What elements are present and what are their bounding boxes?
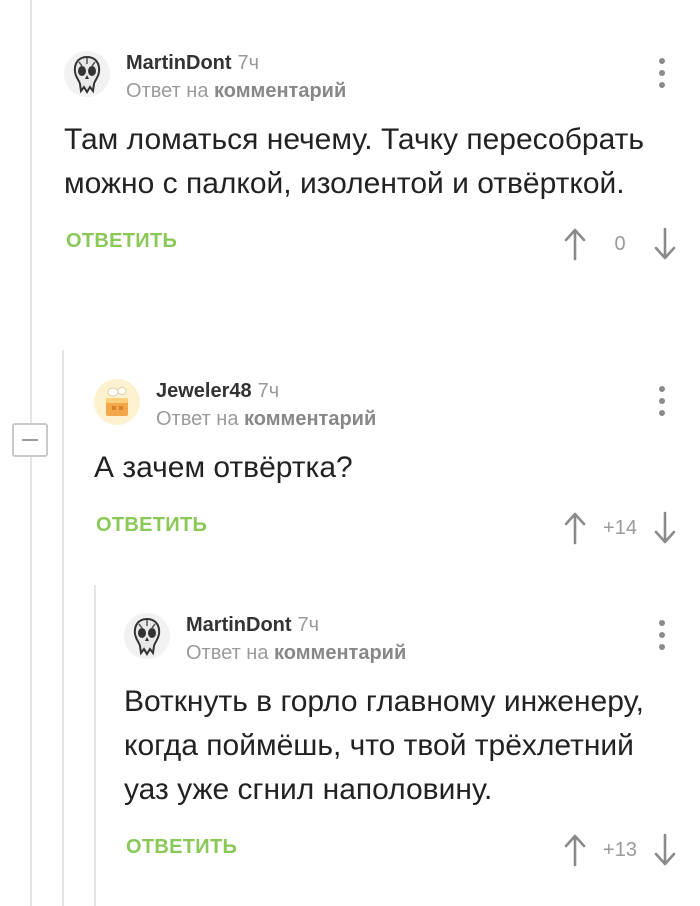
comment: MartinDont 7ч Ответ на комментарий Там ло… [64,46,700,264]
reply-to-link[interactable]: комментарий [214,80,346,102]
reply-button[interactable]: ОТВЕТИТЬ [96,514,207,537]
comment-text: Там ломаться нечему. Тачку пересобрать м… [64,123,644,200]
comment-text: Воткнуть в горло главному инженеру, когд… [124,685,644,806]
comment-actions: ОТВЕТИТЬ +13 [124,830,700,870]
collapse-thread-button[interactable] [12,423,48,457]
avatar[interactable] [64,51,110,97]
vote-score: +14 [603,516,637,539]
reply-to-prefix: Ответ на [186,642,269,664]
upvote-arrow-icon[interactable] [564,227,586,261]
reply-to-line: Ответ на комментарий [156,408,376,431]
comment-header: Jeweler48 7ч Ответ на комментарий [94,374,700,436]
thread-line-level-2[interactable] [94,585,96,906]
upvote-arrow-icon[interactable] [564,833,586,867]
reply-button[interactable]: ОТВЕТИТЬ [66,230,177,253]
comment-meta: MartinDont 7ч Ответ на комментарий [186,612,406,665]
downvote-arrow-icon[interactable] [654,227,676,261]
reply-to-link[interactable]: комментарий [244,408,376,430]
comment-time[interactable]: 7ч [298,614,320,636]
skull-icon [133,617,161,656]
downvote-arrow-icon[interactable] [654,511,676,545]
vote-score: +13 [603,838,637,861]
more-options-icon[interactable] [658,58,666,88]
thread-line-level-1[interactable] [62,350,64,906]
author-name[interactable]: MartinDont [186,614,292,636]
avatar[interactable] [124,613,170,659]
comment-time[interactable]: 7ч [238,52,260,74]
comment-meta: MartinDont 7ч Ответ на комментарий [126,50,346,103]
cake-icon [106,387,128,416]
reply-to-prefix: Ответ на [156,408,239,430]
downvote-arrow-icon[interactable] [654,833,676,867]
comment-actions: ОТВЕТИТЬ +14 [94,508,700,548]
reply-button[interactable]: ОТВЕТИТЬ [126,836,237,859]
comment-meta: Jeweler48 7ч Ответ на комментарий [156,378,376,431]
more-options-icon[interactable] [658,620,666,650]
author-name[interactable]: Jeweler48 [156,380,252,402]
comment-text: А зачем отвёртка? [94,451,353,484]
comment-header: MartinDont 7ч Ответ на комментарий [124,608,700,670]
reply-to-line: Ответ на комментарий [186,642,406,665]
minus-icon [22,439,38,441]
upvote-arrow-icon[interactable] [564,511,586,545]
comment: Jeweler48 7ч Ответ на комментарий А зачем… [94,374,700,548]
skull-icon [73,55,101,94]
more-options-icon[interactable] [658,386,666,416]
reply-to-link[interactable]: комментарий [274,642,406,664]
comment-header: MartinDont 7ч Ответ на комментарий [64,46,700,108]
avatar[interactable] [94,379,140,425]
vote-controls: 0 [564,224,676,264]
reply-to-prefix: Ответ на [126,80,209,102]
comment-actions: ОТВЕТИТЬ 0 [64,224,700,264]
vote-controls: +13 [564,830,676,870]
vote-score: 0 [614,232,626,255]
author-name[interactable]: MartinDont [126,52,232,74]
comment: MartinDont 7ч Ответ на комментарий Воткну… [124,608,700,870]
vote-controls: +14 [564,508,676,548]
reply-to-line: Ответ на комментарий [126,80,346,103]
comment-time[interactable]: 7ч [258,380,280,402]
